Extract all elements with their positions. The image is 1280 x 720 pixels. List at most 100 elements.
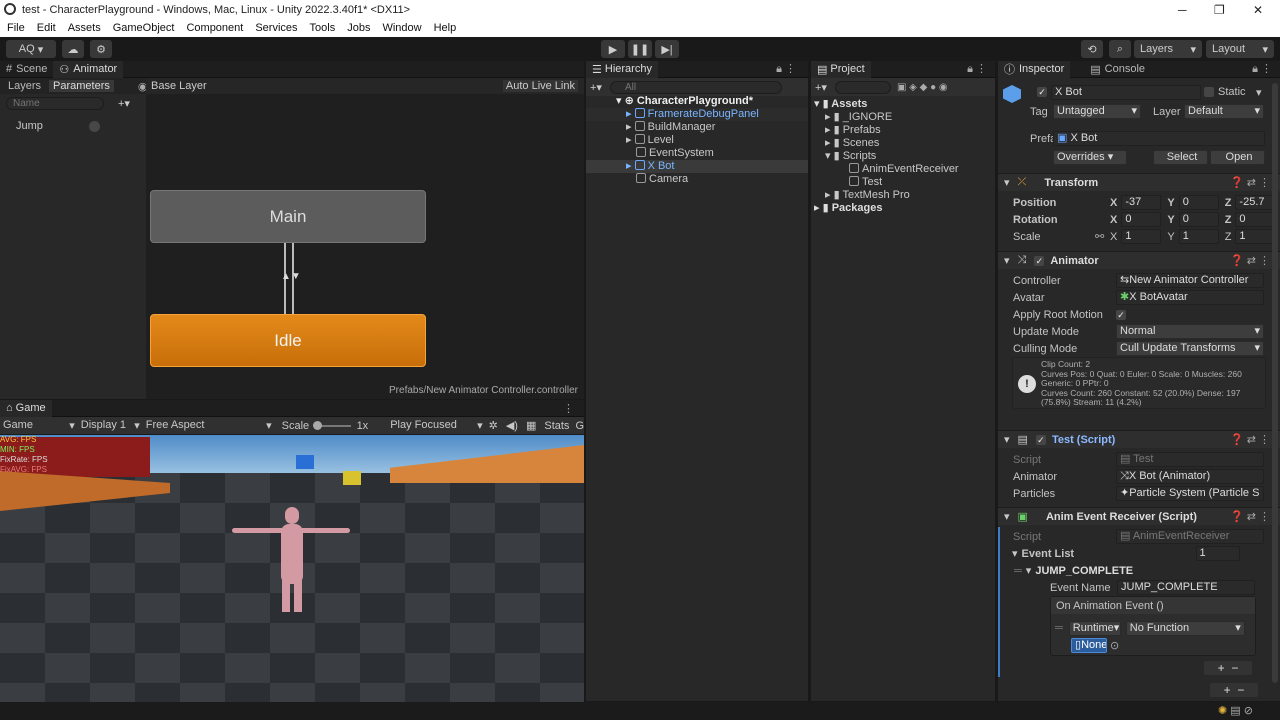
game-menu-icon[interactable]: ⋮ [563,402,574,415]
event-element-row[interactable]: ═ ▾ JUMP_COMPLETE [998,562,1280,579]
scale-slider[interactable] [313,420,351,430]
maximize-icon[interactable]: ❐ [1214,3,1225,17]
game-viewport[interactable]: AVG: FPS MIN: FPS FixRate: FPS FixAVG: F… [0,435,584,702]
scale-y[interactable]: 1 [1178,229,1219,244]
subtab-parameters[interactable]: Parameters [49,80,114,92]
runtime-dropdown[interactable]: Runtime▾ [1068,620,1121,636]
status-icons[interactable]: ✺ ▤ ⊘ [1218,704,1253,717]
menu-assets[interactable]: Assets [68,22,101,34]
remove-listener-icon[interactable]: − [1231,661,1238,675]
project-search-input[interactable] [834,80,891,94]
scale-slider-handle[interactable] [313,420,323,430]
object-picker-icon[interactable]: ⊙ [1110,639,1119,652]
folder-assets[interactable]: ▾ ▮ Assets [811,98,995,111]
gizmos-button[interactable]: G [575,420,584,432]
inspector-lock-icon[interactable]: 🔒︎ ⋮ [1252,62,1272,76]
folder-scenes[interactable]: ▸ ▮ Scenes [811,137,995,150]
test-particles-field[interactable]: ✦Particle System (Particle S [1116,486,1264,501]
menu-jobs[interactable]: Jobs [347,22,370,34]
rotation-y[interactable]: 0 [1178,212,1219,227]
layout-dropdown[interactable]: Layout ▾ [1206,40,1274,58]
position-z[interactable]: -25.7 [1235,195,1276,210]
cloud-button[interactable]: ☁ [62,40,84,58]
close-icon[interactable]: ✕ [1253,3,1263,17]
keyboard-icon[interactable]: ▦ [526,419,536,432]
prefab-field[interactable]: ▣ X Bot [1053,131,1265,146]
hierarchy-lock-icon[interactable]: 🔒︎ ⋮ [776,62,796,76]
layer-dropdown[interactable]: Default ▾ [1184,104,1264,119]
auto-live-link-button[interactable]: Auto Live Link [502,80,578,92]
tab-project[interactable]: ▤ Project [811,60,871,78]
param-row-jump[interactable]: Jump [0,116,146,136]
menu-gameobject[interactable]: GameObject [113,22,175,34]
event-name-input[interactable]: JUMP_COMPLETE [1117,580,1255,595]
hierarchy-item-xbot[interactable]: ▸ X Bot [586,160,808,173]
component-menu-icons[interactable]: ❓ ⇄ ⋮ [1230,510,1270,523]
menu-help[interactable]: Help [434,22,457,34]
component-menu-icons[interactable]: ❓ ⇄ ⋮ [1230,433,1270,446]
menu-services[interactable]: Services [255,22,297,34]
rotation-x[interactable]: 0 [1121,212,1162,227]
folder-prefabs[interactable]: ▸ ▮ Prefabs [811,124,995,137]
menu-component[interactable]: Component [186,22,243,34]
inspector-scrollbar[interactable] [1272,83,1278,683]
menu-file[interactable]: File [7,22,25,34]
hierarchy-item-level[interactable]: ▸ Level [586,134,808,147]
component-menu-icons[interactable]: ❓ ⇄ ⋮ [1230,176,1270,189]
settings-button[interactable]: ⚙ [90,40,112,58]
menu-window[interactable]: Window [382,22,421,34]
bug-icon[interactable]: ✲ [489,419,498,432]
filter-icons[interactable]: ▣ ◈ ◆ ● ◉ [897,82,948,93]
drag-handle-icon[interactable]: ═ [1014,565,1022,577]
culling-mode-dropdown[interactable]: Cull Update Transforms ▾ [1116,341,1264,356]
static-dropdown-icon[interactable]: ▾ [1256,86,1262,99]
hierarchy-search-input[interactable] [609,80,782,94]
controller-field[interactable]: ⇆New Animator Controller [1116,273,1264,288]
game-mode-dropdown[interactable]: Game ▾ [0,419,75,432]
tab-hierarchy[interactable]: ☰ Hierarchy [586,60,658,78]
state-idle[interactable]: Idle [150,314,426,367]
stats-button[interactable]: Stats [544,420,569,432]
tab-game[interactable]: ⌂ Game [0,399,52,417]
tab-console[interactable]: ▤ Console [1084,61,1151,78]
folder-textmeshpro[interactable]: ▸ ▮ TextMesh Pro [811,189,995,202]
param-search-input[interactable] [6,96,104,110]
tab-scene[interactable]: # Scene [0,61,53,78]
event-list-count[interactable]: 1 [1195,546,1240,561]
account-button[interactable]: AQ ▾ [6,40,56,58]
minimize-icon[interactable]: ─ [1178,3,1187,17]
open-button[interactable]: Open [1210,150,1265,165]
tag-dropdown[interactable]: Untagged ▾ [1053,104,1141,119]
link-icon[interactable]: ⚯ [1095,230,1110,243]
step-button[interactable]: ▶| [655,40,679,58]
aspect-dropdown[interactable]: Free Aspect ▾ [140,419,272,432]
transform-header[interactable]: ▾ ⤫ Transform ❓ ⇄ ⋮ [998,173,1280,191]
folder-scripts[interactable]: ▾ ▮ Scripts [811,150,995,163]
animator-header[interactable]: ▾ ⤨ ✓ Animator ❓ ⇄ ⋮ [998,251,1280,269]
history-button[interactable]: ⟲ [1081,40,1103,58]
menu-tools[interactable]: Tools [310,22,336,34]
avatar-field[interactable]: ✱X BotAvatar [1116,290,1264,305]
position-y[interactable]: 0 [1178,195,1219,210]
animator-enabled-checkbox[interactable]: ✓ [1034,255,1045,266]
update-mode-dropdown[interactable]: Normal ▾ [1116,324,1264,339]
rotation-z[interactable]: 0 [1235,212,1276,227]
subtab-layers[interactable]: Layers [0,80,49,92]
receiver-header[interactable]: ▾ ▣ Anim Event Receiver (Script) ❓ ⇄ ⋮ [998,507,1280,525]
select-button[interactable]: Select [1153,150,1208,165]
object-name-input[interactable]: X Bot [1051,85,1201,100]
add-listener-icon[interactable]: + [1218,661,1225,675]
static-checkbox[interactable] [1204,87,1214,97]
menu-edit[interactable]: Edit [37,22,56,34]
target-object-field[interactable]: ▯None [1071,637,1107,653]
remove-element-icon[interactable]: − [1237,683,1244,697]
component-menu-icons[interactable]: ❓ ⇄ ⋮ [1230,254,1270,267]
layers-dropdown[interactable]: Layers ▾ [1134,40,1202,58]
function-dropdown[interactable]: No Function ▾ [1125,620,1245,636]
root-motion-checkbox[interactable]: ✓ [1116,309,1126,320]
hierarchy-item-buildmanager[interactable]: ▸ BuildManager [586,121,808,134]
scale-z[interactable]: 1 [1235,229,1276,244]
tab-animator[interactable]: ⚇ Animator [53,60,124,78]
audio-icon[interactable]: ◀) [506,419,518,432]
state-main[interactable]: Main [150,190,426,243]
